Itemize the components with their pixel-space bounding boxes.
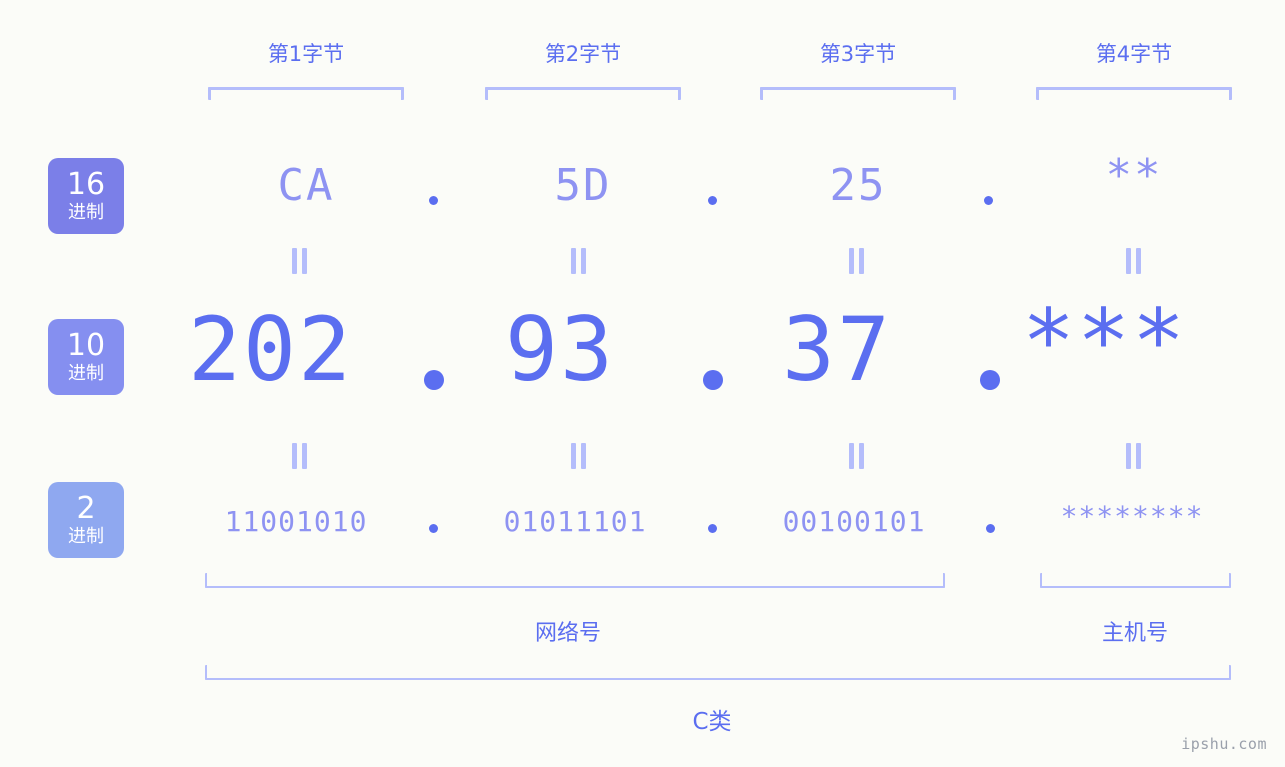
binary-value-byte-1: 11001010 [224, 505, 368, 538]
decimal-dot-separator-2 [703, 370, 723, 390]
network-portion-bracket [205, 573, 945, 588]
equals-separator-dec-bin-2 [571, 443, 587, 469]
decimal-dot-separator-1 [424, 370, 444, 390]
decimal-dot-separator-3 [980, 370, 1000, 390]
radix-badge-binary-number: 2 [76, 491, 96, 526]
radix-badge-hex-suffix: 进制 [68, 202, 104, 223]
decimal-value-byte-4: *** [1022, 290, 1187, 393]
byte-header-label-4: 第4字节 [1095, 42, 1173, 66]
equals-separator-hex-dec-4 [1126, 248, 1142, 274]
binary-dot-separator-2 [708, 524, 717, 533]
byte-bracket-top-4 [1036, 87, 1232, 100]
binary-dot-separator-1 [429, 524, 438, 533]
hex-dot-separator-3 [984, 196, 993, 205]
byte-bracket-top-3 [760, 87, 956, 100]
radix-badge-decimal-number: 10 [66, 328, 106, 363]
byte-header-label-3: 第3字节 [819, 42, 897, 66]
binary-value-byte-3: 00100101 [782, 505, 926, 538]
binary-value-byte-4: ******** [1060, 500, 1204, 533]
hex-value-byte-2: 5D [554, 160, 612, 211]
hex-dot-separator-1 [429, 196, 438, 205]
host-portion-label: 主机号 [1101, 621, 1168, 646]
address-class-label: C类 [692, 709, 732, 735]
network-portion-label: 网络号 [534, 621, 601, 646]
site-watermark: ipshu.com [1181, 735, 1267, 753]
equals-separator-dec-bin-1 [292, 443, 308, 469]
address-class-bracket [205, 665, 1231, 680]
byte-header-label-1: 第1字节 [267, 42, 345, 66]
decimal-value-byte-1: 202 [188, 298, 353, 401]
hex-value-byte-1: CA [277, 160, 335, 211]
equals-separator-dec-bin-4 [1126, 443, 1142, 469]
hex-value-byte-3: 25 [829, 160, 887, 211]
byte-bracket-top-1 [208, 87, 404, 100]
binary-value-byte-2: 01011101 [503, 505, 647, 538]
byte-bracket-top-2 [485, 87, 681, 100]
hex-dot-separator-2 [708, 196, 717, 205]
radix-badge-hex-number: 16 [66, 167, 106, 202]
equals-separator-hex-dec-3 [849, 248, 865, 274]
radix-badge-binary-suffix: 进制 [68, 526, 104, 547]
byte-header-label-2: 第2字节 [544, 42, 622, 66]
radix-badge-hex: 16 进制 [48, 158, 124, 234]
decimal-value-byte-3: 37 [782, 298, 892, 401]
equals-separator-hex-dec-2 [571, 248, 587, 274]
radix-badge-binary: 2 进制 [48, 482, 124, 558]
ip-address-breakdown-diagram: 第1字节 第2字节 第3字节 第4字节 16 进制 10 进制 2 进制 CA … [0, 0, 1285, 767]
radix-badge-decimal: 10 进制 [48, 319, 124, 395]
binary-dot-separator-3 [986, 524, 995, 533]
decimal-value-byte-2: 93 [505, 298, 615, 401]
hex-value-byte-4: ** [1105, 150, 1163, 201]
equals-separator-dec-bin-3 [849, 443, 865, 469]
equals-separator-hex-dec-1 [292, 248, 308, 274]
radix-badge-decimal-suffix: 进制 [68, 363, 104, 384]
host-portion-bracket [1040, 573, 1231, 588]
